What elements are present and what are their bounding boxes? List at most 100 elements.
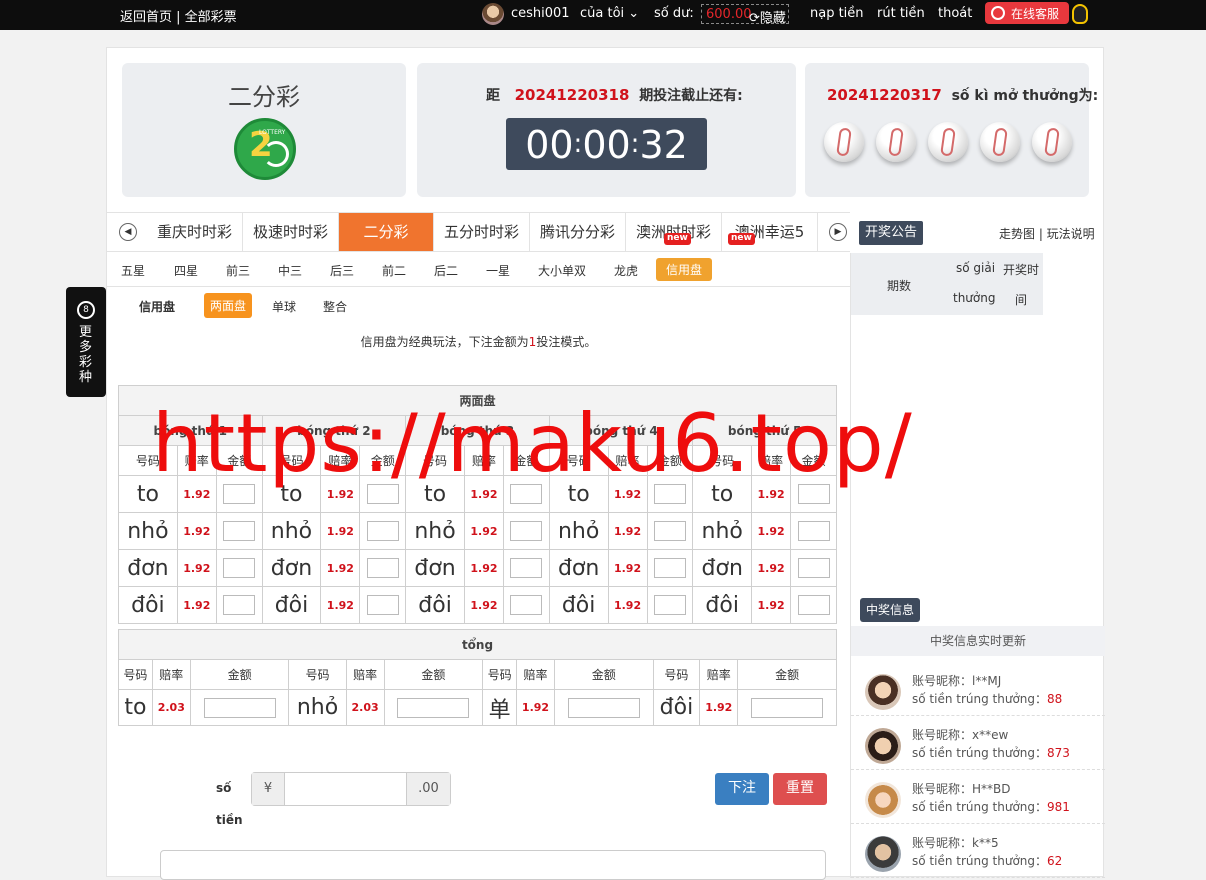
bet-label: to bbox=[118, 689, 153, 726]
countdown-timer: 00:00:32 bbox=[506, 118, 707, 170]
tab-jsssc[interactable]: 极速时时彩 bbox=[243, 213, 339, 251]
col-header: 赔率 bbox=[699, 659, 739, 690]
timer-seconds: 32 bbox=[639, 123, 688, 167]
bet-label: đơn bbox=[548, 549, 609, 587]
deposit-link[interactable]: nạp tiền bbox=[810, 6, 864, 21]
bet-odds: 1.92 bbox=[607, 586, 648, 624]
qq-icon[interactable] bbox=[1072, 4, 1088, 24]
hide-label: 隐藏 bbox=[759, 11, 786, 26]
trend-links[interactable]: 走势图 | 玩法说明 bbox=[999, 225, 1095, 242]
tab-azxy5[interactable]: 澳洲幸运5 bbox=[722, 213, 818, 251]
my-account-label: của tôi bbox=[580, 6, 625, 21]
tab-5fssc[interactable]: 五分时时彩 bbox=[434, 213, 530, 251]
bet-odds: 1.92 bbox=[463, 586, 504, 624]
bet-amount-input[interactable] bbox=[751, 697, 824, 718]
play-type[interactable]: 中三 bbox=[278, 262, 302, 279]
tab-txffc[interactable]: 腾讯分分彩 bbox=[530, 213, 626, 251]
bet-odds: 1.92 bbox=[176, 512, 217, 550]
support-button[interactable]: 在线客服 bbox=[985, 2, 1069, 24]
bet-label: đơn bbox=[261, 549, 322, 587]
bet-amount-input[interactable] bbox=[797, 558, 830, 578]
bet-amount-input[interactable] bbox=[510, 595, 543, 615]
avatar bbox=[865, 674, 901, 710]
more-games-float[interactable]: 8 更多彩种 bbox=[66, 287, 106, 397]
bet-amount-input[interactable] bbox=[797, 595, 830, 615]
reset-button[interactable]: 重置 bbox=[773, 773, 827, 805]
play-type[interactable]: 五星 bbox=[121, 262, 145, 279]
prev-arrow-icon[interactable]: ◀ bbox=[119, 223, 137, 241]
sub-play-heading: 信用盘 bbox=[139, 300, 176, 314]
bet-amount-input[interactable] bbox=[653, 595, 686, 615]
more-games-label: 更多彩种 bbox=[79, 325, 93, 385]
bet-odds: 1.92 bbox=[516, 689, 555, 726]
bet-odds: 1.92 bbox=[751, 549, 792, 587]
ball-icon: 8 bbox=[77, 301, 95, 319]
play-type-active[interactable]: 信用盘 bbox=[656, 258, 713, 281]
bet-amount-input[interactable] bbox=[653, 521, 686, 541]
col-header: 号码 bbox=[482, 659, 517, 690]
play-type[interactable]: 四星 bbox=[174, 262, 198, 279]
bet-label: 单 bbox=[482, 689, 517, 726]
play-type[interactable]: 前三 bbox=[226, 262, 250, 279]
col-time-2: 间 bbox=[1015, 293, 1028, 307]
bet-amount-input[interactable] bbox=[397, 697, 470, 718]
hide-balance-button[interactable]: ⟳隐藏 bbox=[749, 7, 786, 26]
play-type[interactable]: 龙虎 bbox=[614, 262, 638, 279]
play-type[interactable]: 前二 bbox=[382, 262, 406, 279]
home-links[interactable]: 返回首页 | 全部彩票 bbox=[120, 6, 237, 25]
bet-amount-input[interactable] bbox=[366, 558, 399, 578]
draw-notice-button[interactable]: 开奖公告 bbox=[859, 221, 924, 245]
winner-row: 账号昵称：k**5 số tiền trúng thưởng：62 bbox=[851, 824, 1105, 878]
table-title: tổng bbox=[118, 629, 837, 660]
table-row: nhỏ 1.92 nhỏ 1.92 nhỏ 1.92 nhỏ 1.92 nhỏ 1.92 bbox=[118, 512, 837, 550]
col-header: 号码 bbox=[652, 659, 701, 690]
bet-odds: 2.03 bbox=[345, 689, 385, 726]
play-type[interactable]: 后三 bbox=[330, 262, 354, 279]
total-amount-input[interactable] bbox=[286, 773, 406, 805]
play-type[interactable]: 后二 bbox=[434, 262, 458, 279]
sub-play-active[interactable]: 两面盘 bbox=[204, 293, 253, 318]
user-avatar[interactable] bbox=[482, 3, 504, 25]
bet-amount-input[interactable] bbox=[366, 595, 399, 615]
username[interactable]: ceshi001 bbox=[511, 6, 570, 21]
bet-odds: 1.92 bbox=[751, 512, 792, 550]
bet-odds: 1.92 bbox=[463, 512, 504, 550]
next-arrow-icon[interactable]: ▶ bbox=[829, 223, 847, 241]
bet-amount-input[interactable] bbox=[366, 521, 399, 541]
bet-amount-input[interactable] bbox=[223, 558, 256, 578]
logout-link[interactable]: thoát bbox=[938, 6, 972, 21]
tab-azssc[interactable]: 澳洲时时彩 bbox=[626, 213, 722, 251]
bet-amount-input[interactable] bbox=[510, 521, 543, 541]
tab-2fc[interactable]: 二分彩 bbox=[339, 213, 434, 251]
bet-amount-input[interactable] bbox=[567, 697, 640, 718]
new-badge: new bbox=[664, 233, 691, 245]
winners-button[interactable]: 中奖信息 bbox=[860, 598, 921, 622]
submit-bet-button[interactable]: 下注 bbox=[715, 773, 769, 805]
game-title-box: 二分彩 2 LOTTERY bbox=[122, 63, 406, 197]
col-header: 赔率 bbox=[345, 659, 385, 690]
bet-odds: 1.92 bbox=[176, 549, 217, 587]
bet-amount-input[interactable] bbox=[203, 697, 276, 718]
bet-label: nhỏ bbox=[118, 512, 178, 550]
bet-amount-input[interactable] bbox=[797, 521, 830, 541]
draw-ball-2 bbox=[876, 122, 916, 162]
sub-play[interactable]: 整合 bbox=[323, 298, 347, 315]
balance-value: 600.00 bbox=[706, 7, 752, 22]
bet-label: đôi bbox=[652, 689, 701, 726]
bet-amount-input[interactable] bbox=[653, 558, 686, 578]
col-header: 赔率 bbox=[151, 659, 191, 690]
bet-label: nhỏ bbox=[405, 512, 465, 550]
my-account-menu[interactable]: của tôi ⌄ bbox=[580, 6, 639, 21]
bet-amount-input[interactable] bbox=[223, 521, 256, 541]
bet-odds: 1.92 bbox=[320, 549, 361, 587]
new-badge: new bbox=[728, 233, 755, 245]
bet-amount-input[interactable] bbox=[510, 558, 543, 578]
bet-label: đơn bbox=[692, 549, 753, 587]
play-type[interactable]: 一星 bbox=[486, 262, 510, 279]
last-draw-box: 20241220317 số kì mở thưởng为: bbox=[805, 63, 1098, 197]
bet-amount-input[interactable] bbox=[223, 595, 256, 615]
sub-play[interactable]: 单球 bbox=[272, 298, 296, 315]
tab-cqssc[interactable]: 重庆时时彩 bbox=[147, 213, 243, 251]
play-type[interactable]: 大小单双 bbox=[538, 262, 586, 279]
withdraw-link[interactable]: rút tiền bbox=[877, 6, 925, 21]
